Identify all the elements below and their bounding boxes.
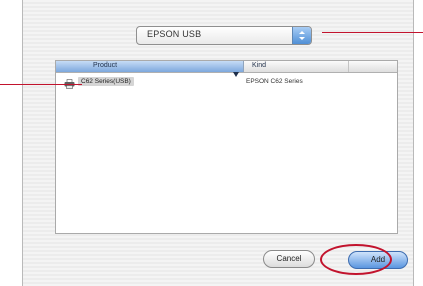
printer-list-header: Product Kind — [56, 61, 397, 77]
callout-line-printer — [0, 84, 82, 85]
printer-kind: EPSON C62 Series — [246, 78, 303, 85]
chevron-updown-icon[interactable] — [292, 27, 311, 44]
printer-icon — [64, 76, 75, 94]
callout-line-popup — [322, 32, 423, 33]
column-label-product: Product — [93, 62, 118, 69]
connection-type-value: EPSON USB — [147, 29, 202, 39]
printer-row[interactable]: C62 Series(USB) EPSON C62 Series — [56, 75, 397, 89]
add-button-highlight-ring — [320, 244, 392, 275]
column-header-product[interactable]: Product — [56, 61, 244, 77]
column-header-kind[interactable]: Kind — [245, 61, 349, 72]
column-label-kind: Kind — [252, 62, 267, 69]
printer-list[interactable]: Product Kind C62 Series(USB) EPSON C62 S… — [55, 60, 398, 234]
printer-product-name: C62 Series(USB) — [78, 77, 134, 86]
connection-type-popup[interactable]: EPSON USB — [136, 26, 312, 45]
cancel-button[interactable]: Cancel — [263, 250, 315, 268]
